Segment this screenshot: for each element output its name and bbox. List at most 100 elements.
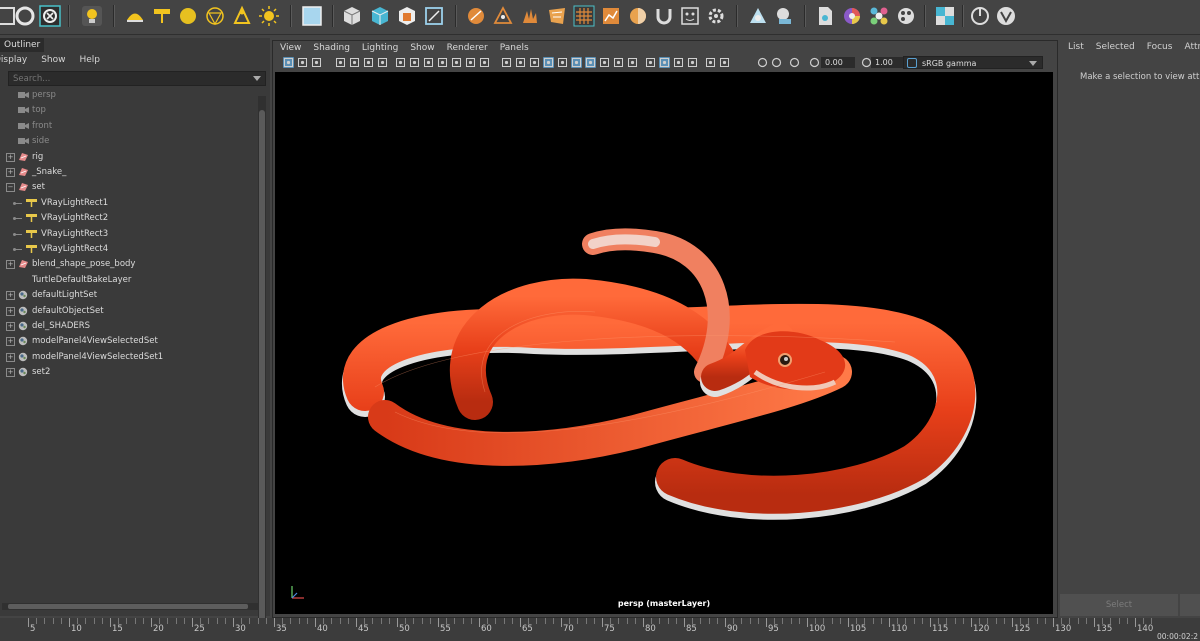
sun-icon[interactable]: [257, 4, 281, 28]
vray-icon[interactable]: [994, 4, 1018, 28]
outliner-item[interactable]: + modelPanel4ViewSelectedSet1: [0, 350, 256, 365]
outliner-item[interactable]: + rig: [0, 150, 256, 165]
textured-icon[interactable]: [543, 57, 554, 68]
select-button[interactable]: Select: [1060, 594, 1178, 616]
lock-camera-icon[interactable]: [297, 57, 308, 68]
hud-icon[interactable]: [719, 57, 730, 68]
color-wheel-icon[interactable]: [840, 4, 864, 28]
outliner-item[interactable]: side: [0, 134, 256, 149]
lights-icon[interactable]: [557, 57, 568, 68]
xray-joints-icon[interactable]: [673, 57, 684, 68]
gamma-field[interactable]: 1.00: [871, 57, 905, 68]
grease-pencil-icon[interactable]: [377, 57, 388, 68]
expand-icon[interactable]: +: [6, 168, 15, 177]
triangle-icon[interactable]: [491, 4, 515, 28]
expand-icon[interactable]: +: [6, 352, 15, 362]
menu-shading[interactable]: Shading: [313, 41, 350, 55]
antialias-icon[interactable]: [613, 57, 624, 68]
resolution-gate-icon[interactable]: [423, 57, 434, 68]
tab-list[interactable]: List: [1068, 40, 1084, 54]
expand-icon[interactable]: +: [6, 337, 15, 347]
menu-renderer[interactable]: Renderer: [447, 41, 488, 55]
gate-mask-icon[interactable]: [437, 57, 448, 68]
face-icon[interactable]: [678, 4, 702, 28]
dome-icon[interactable]: [123, 4, 147, 28]
safe-title-icon[interactable]: [479, 57, 490, 68]
bulb-icon[interactable]: [80, 4, 104, 28]
outliner-item[interactable]: VRayLightRect1: [0, 196, 256, 211]
move-icon[interactable]: [38, 4, 62, 28]
menu-view[interactable]: View: [280, 41, 301, 55]
frame-all-icon[interactable]: [789, 57, 800, 68]
field-chart-icon[interactable]: [451, 57, 462, 68]
outliner-item[interactable]: front: [0, 119, 256, 134]
backface-icon[interactable]: [705, 57, 716, 68]
spot-icon[interactable]: [230, 4, 254, 28]
smooth-shade-icon[interactable]: [515, 57, 526, 68]
magnet-icon[interactable]: [652, 4, 676, 28]
document-icon[interactable]: [813, 4, 837, 28]
snap-icon[interactable]: [13, 4, 37, 28]
two-d-pan-icon[interactable]: [363, 57, 374, 68]
redo-view-icon[interactable]: [771, 57, 782, 68]
outliner-search[interactable]: [8, 71, 266, 86]
color-space-dropdown[interactable]: sRGB gamma: [903, 56, 1043, 69]
xray-icon[interactable]: [659, 57, 670, 68]
sphere-cut-icon[interactable]: [626, 4, 650, 28]
geodesic-icon[interactable]: [203, 4, 227, 28]
wireframe-icon[interactable]: [501, 57, 512, 68]
collapse-icon[interactable]: −: [6, 183, 15, 193]
power-icon[interactable]: [968, 4, 992, 28]
outliner-item[interactable]: + defaultObjectSet: [0, 304, 256, 319]
image-plane-icon[interactable]: [349, 57, 360, 68]
outliner-item[interactable]: top: [0, 103, 256, 118]
gear-icon[interactable]: [704, 4, 728, 28]
outliner-item[interactable]: − set: [0, 180, 256, 195]
pattern-icon[interactable]: [545, 4, 569, 28]
cube-blue-icon[interactable]: [368, 4, 392, 28]
motion-blur-icon[interactable]: [599, 57, 610, 68]
tab-selected[interactable]: Selected: [1096, 40, 1135, 54]
outliner-item[interactable]: VRayLightRect2: [0, 211, 256, 226]
time-slider[interactable]: 5 10 15 20 25 30 35 40 45 50 55 60 65 70 75 80 85 90 95 100…: [0, 618, 1200, 641]
exposure-field[interactable]: 0.00: [821, 57, 855, 68]
cube-outline-icon[interactable]: [422, 4, 446, 28]
grid-icon[interactable]: [572, 4, 596, 28]
expand-icon[interactable]: +: [6, 291, 15, 301]
outliner-item[interactable]: persp: [0, 88, 256, 103]
select-camera-icon[interactable]: [283, 57, 294, 68]
exposure-icon[interactable]: [809, 57, 820, 68]
cube-orange-icon[interactable]: [395, 4, 419, 28]
menu-show[interactable]: Show: [410, 41, 434, 55]
shadows-icon[interactable]: [571, 57, 582, 68]
palette-icon[interactable]: [867, 4, 891, 28]
expand-icon[interactable]: +: [6, 306, 15, 316]
outliner-item[interactable]: VRayLightRect4: [0, 242, 256, 257]
ambient-occlusion-icon[interactable]: [585, 57, 596, 68]
outliner-menu-help[interactable]: Help: [79, 52, 100, 68]
color-management-icon[interactable]: [907, 58, 917, 68]
checker-icon[interactable]: [933, 4, 957, 28]
film-gate-icon[interactable]: [409, 57, 420, 68]
chevron-down-icon[interactable]: [1029, 61, 1037, 66]
isolate-select-icon[interactable]: [645, 57, 656, 68]
vertical-scrollbar-thumb[interactable]: [259, 110, 265, 630]
xray-active-icon[interactable]: [687, 57, 698, 68]
safe-action-icon[interactable]: [465, 57, 476, 68]
camera-attr-icon[interactable]: [311, 57, 322, 68]
outliner-item[interactable]: VRayLightRect3: [0, 227, 256, 242]
search-input[interactable]: [9, 72, 247, 85]
grid-toggle-icon[interactable]: [395, 57, 406, 68]
paint-icon[interactable]: [464, 4, 488, 28]
bookmark-icon[interactable]: [335, 57, 346, 68]
outliner-item[interactable]: + set2: [0, 365, 256, 380]
tab-focus[interactable]: Focus: [1147, 40, 1173, 54]
expand-icon[interactable]: +: [6, 260, 15, 270]
menu-lighting[interactable]: Lighting: [362, 41, 398, 55]
sphere-icon[interactable]: [176, 4, 200, 28]
undo-view-icon[interactable]: [757, 57, 768, 68]
outliner-menu-show[interactable]: Show: [41, 52, 65, 68]
dof-icon[interactable]: [627, 57, 638, 68]
area-light-icon[interactable]: [150, 4, 174, 28]
outliner-item[interactable]: + modelPanel4ViewSelectedSet: [0, 334, 256, 349]
